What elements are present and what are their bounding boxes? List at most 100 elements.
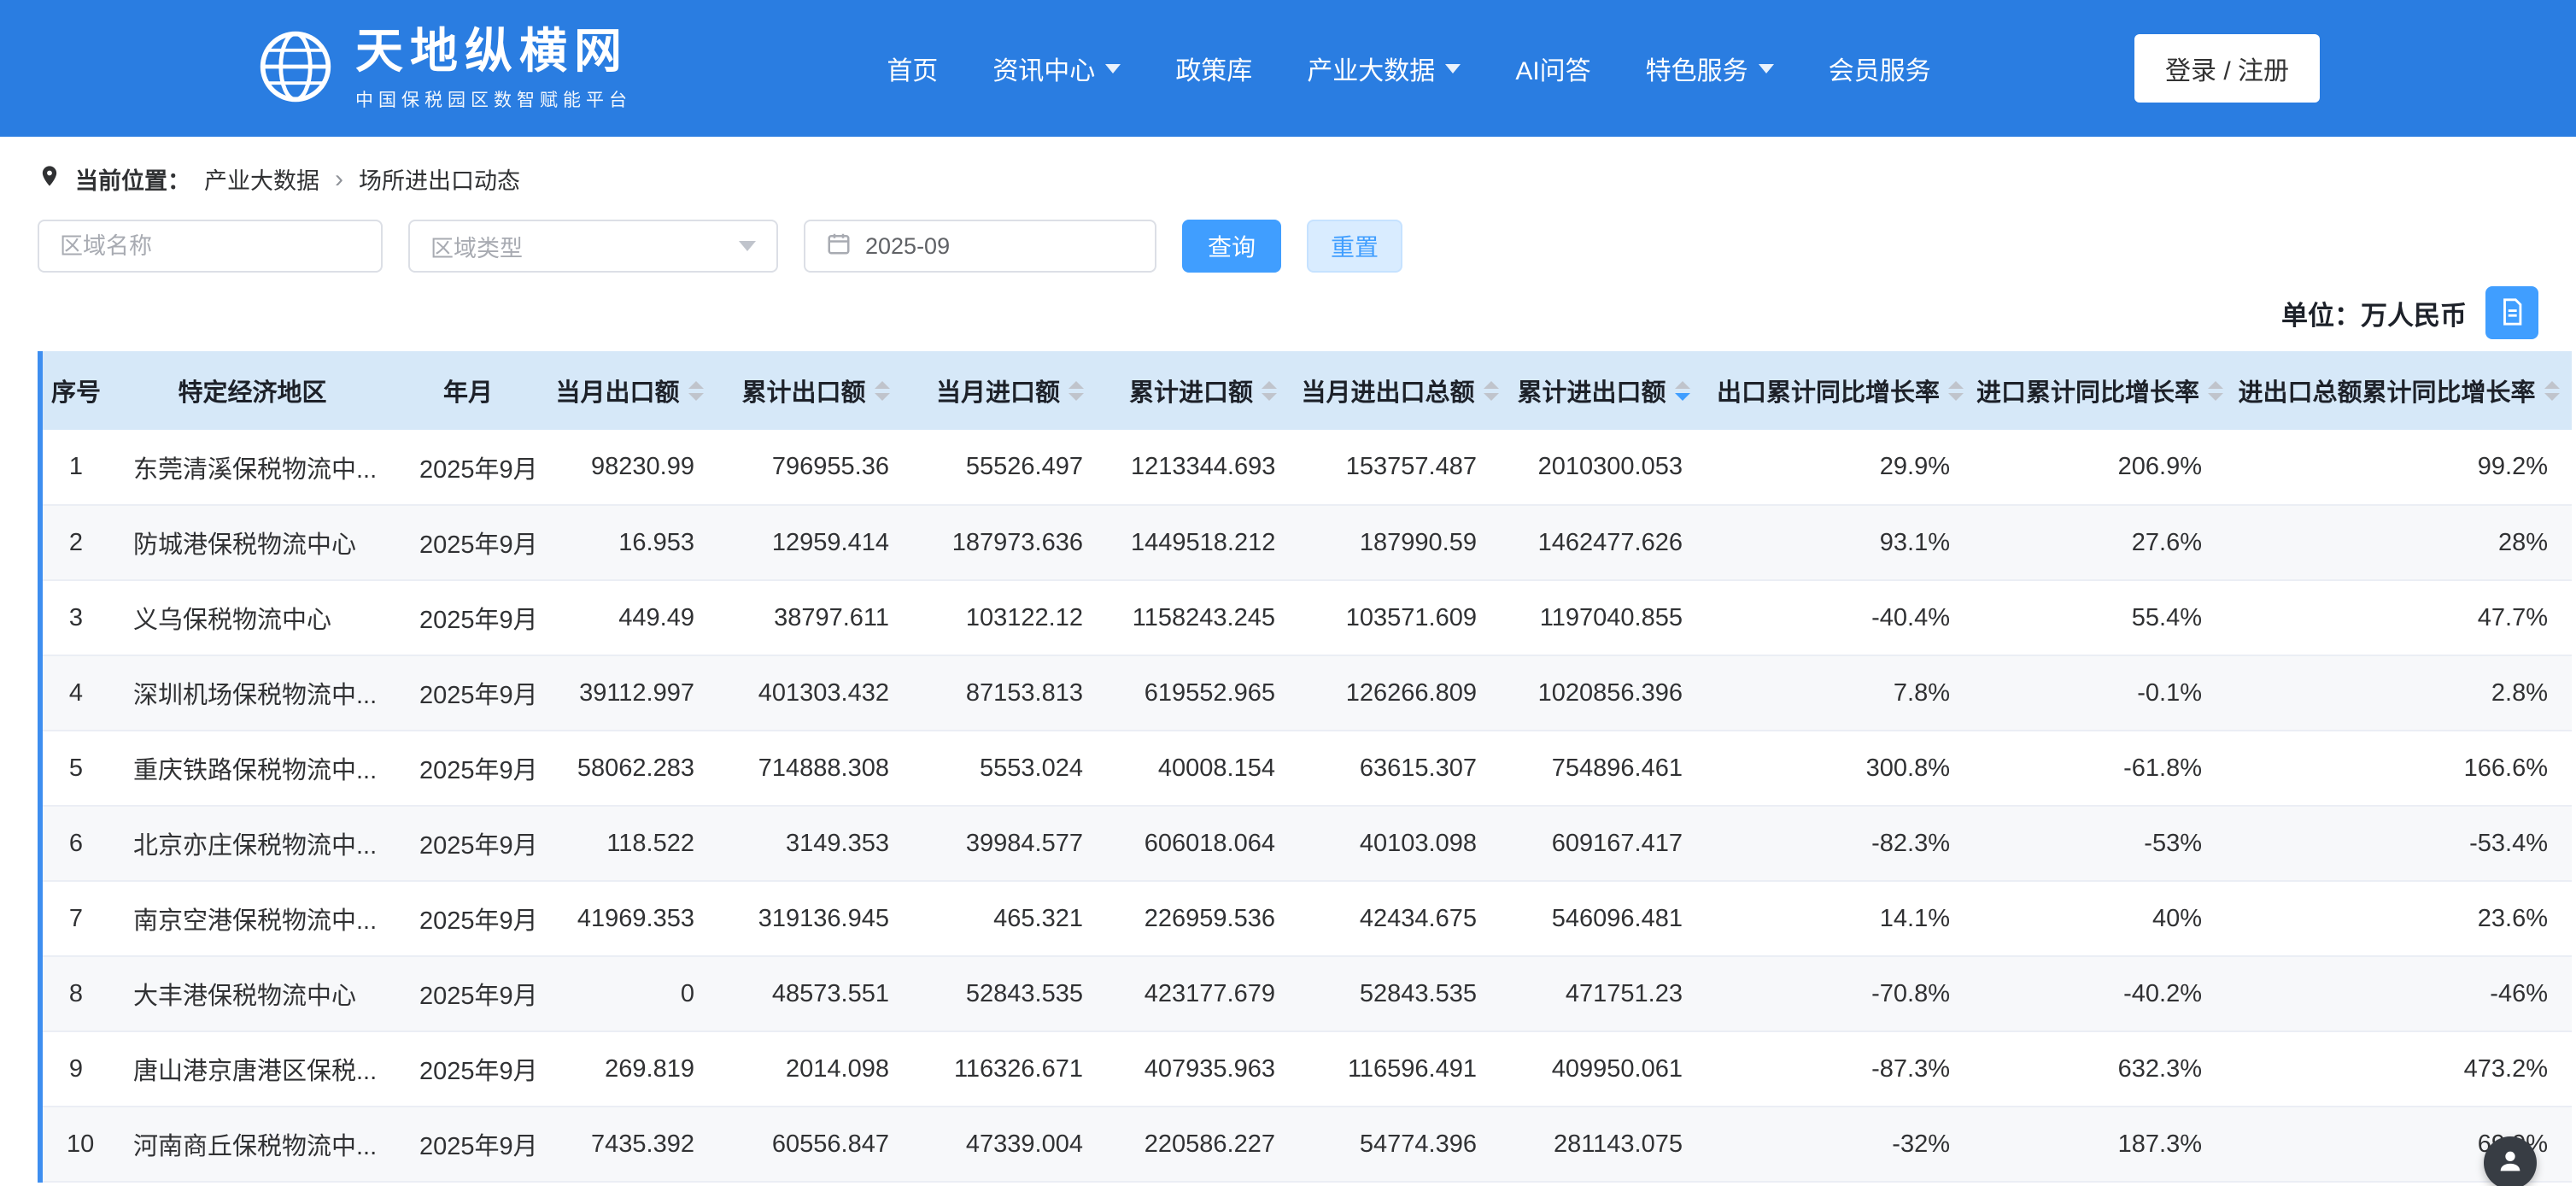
table-cell: 2025年9月 [395, 655, 541, 731]
nav-item-1[interactable]: 首页 [887, 50, 938, 87]
sort-caret-icon[interactable] [1484, 381, 1499, 401]
table-cell: 153757.487 [1299, 430, 1501, 505]
table-cell: -70.8% [1707, 956, 1974, 1031]
table-cell: 423177.679 [1107, 956, 1299, 1031]
nav-item-4[interactable]: 产业大数据 [1307, 50, 1461, 87]
nav-item-2[interactable]: 资讯中心 [992, 50, 1121, 87]
breadcrumb-section[interactable]: 产业大数据 [204, 162, 319, 196]
table-cell: 48573.551 [718, 956, 913, 1031]
table-cell: 300.8% [1707, 731, 1974, 806]
site-logo[interactable]: 天地纵横网 中国保税园区数智赋能平台 [256, 25, 632, 112]
sort-caret-icon[interactable] [1262, 381, 1277, 401]
column-header: 特定经济地区 [109, 351, 395, 430]
table-cell: -46% [2226, 956, 2572, 1031]
table-cell: -61.8% [1974, 731, 2226, 806]
table-cell: 6 [43, 806, 109, 881]
table-row[interactable]: 6北京亦庄保税物流中...2025年9月118.5223149.35339984… [43, 806, 2572, 881]
table-cell: 27.6% [1974, 505, 2226, 580]
column-label: 年月 [443, 373, 493, 408]
table-row[interactable]: 8大丰港保税物流中心2025年9月048573.55152843.5354231… [43, 956, 2572, 1031]
table-cell: 1158243.245 [1107, 580, 1299, 655]
sort-caret-icon[interactable] [2544, 381, 2560, 401]
table-cell: 义乌保税物流中心 [109, 580, 395, 655]
table-cell: 北京亦庄保税物流中... [109, 806, 395, 881]
table-cell: 大丰港保税物流中心 [109, 956, 395, 1031]
nav-item-5[interactable]: AI问答 [1515, 50, 1590, 87]
region-name-input[interactable] [38, 220, 383, 273]
export-report-button[interactable] [2485, 286, 2538, 339]
table-cell: 54774.396 [1299, 1107, 1501, 1182]
table-cell: 52843.535 [913, 956, 1107, 1031]
chevron-down-icon [1105, 64, 1121, 73]
table-cell: 58062.283 [541, 731, 718, 806]
table-cell: -53.4% [2226, 806, 2572, 881]
filter-bar: 区域类型 2025-09 查询 重置 [38, 220, 2538, 273]
column-header[interactable]: 进出口总额累计同比增长率 [2226, 351, 2572, 430]
table-cell: 319136.945 [718, 881, 913, 956]
table-cell: 河南商丘保税物流中... [109, 1107, 395, 1182]
table-cell: 409950.061 [1501, 1031, 1707, 1107]
sort-caret-icon[interactable] [875, 381, 890, 401]
table-cell: 2025年9月 [395, 430, 541, 505]
floating-assistant-button[interactable] [2484, 1136, 2537, 1186]
column-label: 当月出口额 [555, 373, 679, 408]
nav-item-7[interactable]: 会员服务 [1829, 50, 1931, 87]
table-cell: 2010300.053 [1501, 430, 1707, 505]
column-header[interactable]: 当月进口额 [913, 351, 1107, 430]
table-cell: 重庆铁路保税物流中... [109, 731, 395, 806]
unit-label: 单位：万人民币 [2281, 294, 2467, 332]
table-row[interactable]: 9唐山港京唐港区保税...2025年9月269.8192014.09811632… [43, 1031, 2572, 1107]
region-type-select[interactable]: 区域类型 [408, 220, 778, 273]
month-picker[interactable]: 2025-09 [804, 220, 1156, 273]
login-register-button[interactable]: 登录 / 注册 [2134, 34, 2320, 103]
table-cell: 14.1% [1707, 881, 1974, 956]
table-cell: 47339.004 [913, 1107, 1107, 1182]
table-cell: 55.4% [1974, 580, 2226, 655]
sort-caret-icon[interactable] [2208, 381, 2223, 401]
sort-caret-icon[interactable] [1675, 381, 1690, 401]
sort-caret-icon[interactable] [1948, 381, 1964, 401]
reset-button[interactable]: 重置 [1307, 220, 1402, 273]
sort-caret-icon[interactable] [1068, 381, 1084, 401]
table-row[interactable]: 5重庆铁路保税物流中...2025年9月58062.283714888.3085… [43, 731, 2572, 806]
table-cell: 8 [43, 956, 109, 1031]
column-header[interactable]: 进口累计同比增长率 [1974, 351, 2226, 430]
sort-caret-icon[interactable] [688, 381, 704, 401]
region-type-placeholder: 区域类型 [430, 230, 523, 263]
table-cell: 2025年9月 [395, 956, 541, 1031]
column-header[interactable]: 累计进口额 [1107, 351, 1299, 430]
nav-item-6[interactable]: 特色服务 [1646, 50, 1774, 87]
table-row[interactable]: 2防城港保税物流中心2025年9月16.95312959.414187973.6… [43, 505, 2572, 580]
table-cell: 2025年9月 [395, 1107, 541, 1182]
table-cell: 2025年9月 [395, 806, 541, 881]
table-cell: 1449518.212 [1107, 505, 1299, 580]
column-header[interactable]: 当月进出口总额 [1299, 351, 1501, 430]
column-label: 序号 [51, 373, 101, 408]
table-cell: 606018.064 [1107, 806, 1299, 881]
table-header-row: 序号特定经济地区 年月 当月出口额 累计出口额当月进口额累计进口额当月进出口总额累计进… [43, 351, 2572, 430]
table-cell: 1462477.626 [1501, 505, 1707, 580]
table-row[interactable]: 1东莞清溪保税物流中...2025年9月98230.99796955.36555… [43, 430, 2572, 505]
column-header[interactable]: 累计进出口额 [1501, 351, 1707, 430]
table-row[interactable]: 3义乌保税物流中心2025年9月449.4938797.611103122.12… [43, 580, 2572, 655]
search-button[interactable]: 查询 [1182, 220, 1281, 273]
table-cell: 99.2% [2226, 430, 2572, 505]
table-cell: 东莞清溪保税物流中... [109, 430, 395, 505]
nav-item-3[interactable]: 政策库 [1175, 50, 1252, 87]
table-row[interactable]: 10河南商丘保税物流中...2025年9月7435.39260556.84747… [43, 1107, 2572, 1182]
column-header[interactable]: 当月出口额 [541, 351, 718, 430]
column-header[interactable]: 出口累计同比增长率 [1707, 351, 1974, 430]
table-row[interactable]: 7南京空港保税物流中...2025年9月41969.353319136.9454… [43, 881, 2572, 956]
table-cell: 2014.098 [718, 1031, 913, 1107]
table-cell: 269.819 [541, 1031, 718, 1107]
table-cell: 714888.308 [718, 731, 913, 806]
table-cell: 1213344.693 [1107, 430, 1299, 505]
table-cell: 754896.461 [1501, 731, 1707, 806]
nav-item-label: 产业大数据 [1307, 50, 1435, 87]
table-cell: 619552.965 [1107, 655, 1299, 731]
table-cell: 南京空港保税物流中... [109, 881, 395, 956]
column-header[interactable]: 累计出口额 [718, 351, 913, 430]
table-cell: 187.3% [1974, 1107, 2226, 1182]
table-row[interactable]: 4深圳机场保税物流中...2025年9月39112.997401303.4328… [43, 655, 2572, 731]
table-cell: 126266.809 [1299, 655, 1501, 731]
